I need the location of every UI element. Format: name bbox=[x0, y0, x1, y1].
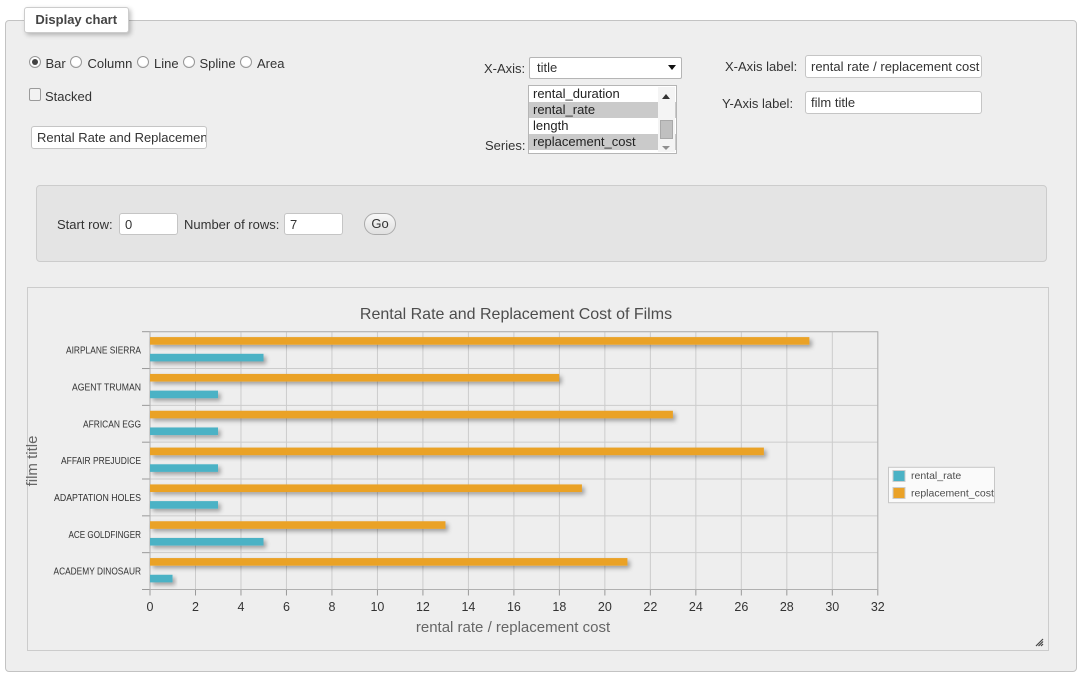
svg-text:replacement_cost: replacement_cost bbox=[911, 488, 994, 500]
svg-text:28: 28 bbox=[780, 600, 794, 614]
svg-text:AGENT TRUMAN: AGENT TRUMAN bbox=[72, 382, 141, 393]
svg-text:4: 4 bbox=[237, 600, 244, 614]
svg-text:ADAPTATION HOLES: ADAPTATION HOLES bbox=[54, 493, 141, 504]
svg-text:24: 24 bbox=[689, 600, 703, 614]
svg-text:ACADEMY DINOSAUR: ACADEMY DINOSAUR bbox=[54, 567, 142, 578]
svg-text:18: 18 bbox=[552, 600, 566, 614]
svg-text:0: 0 bbox=[147, 600, 154, 614]
svg-text:rental_rate: rental_rate bbox=[911, 470, 961, 482]
svg-text:Rental Rate and Replacement Co: Rental Rate and Replacement Cost of Film… bbox=[360, 306, 672, 323]
svg-text:6: 6 bbox=[283, 600, 290, 614]
svg-text:film title: film title bbox=[24, 436, 41, 487]
svg-text:30: 30 bbox=[825, 600, 839, 614]
svg-text:2: 2 bbox=[192, 600, 199, 614]
svg-text:AFFAIR PREJUDICE: AFFAIR PREJUDICE bbox=[61, 456, 141, 467]
svg-text:12: 12 bbox=[416, 600, 430, 614]
svg-text:rental rate / replacement cost: rental rate / replacement cost bbox=[416, 619, 611, 636]
svg-text:22: 22 bbox=[643, 600, 657, 614]
svg-text:ACE GOLDFINGER: ACE GOLDFINGER bbox=[69, 530, 142, 541]
svg-text:32: 32 bbox=[871, 600, 885, 614]
svg-text:26: 26 bbox=[734, 600, 748, 614]
svg-text:20: 20 bbox=[598, 600, 612, 614]
svg-text:AIRPLANE SIERRA: AIRPLANE SIERRA bbox=[66, 346, 141, 357]
svg-text:8: 8 bbox=[328, 600, 335, 614]
svg-text:14: 14 bbox=[461, 600, 475, 614]
svg-text:16: 16 bbox=[507, 600, 521, 614]
svg-text:AFRICAN EGG: AFRICAN EGG bbox=[83, 419, 141, 430]
svg-text:10: 10 bbox=[370, 600, 384, 614]
